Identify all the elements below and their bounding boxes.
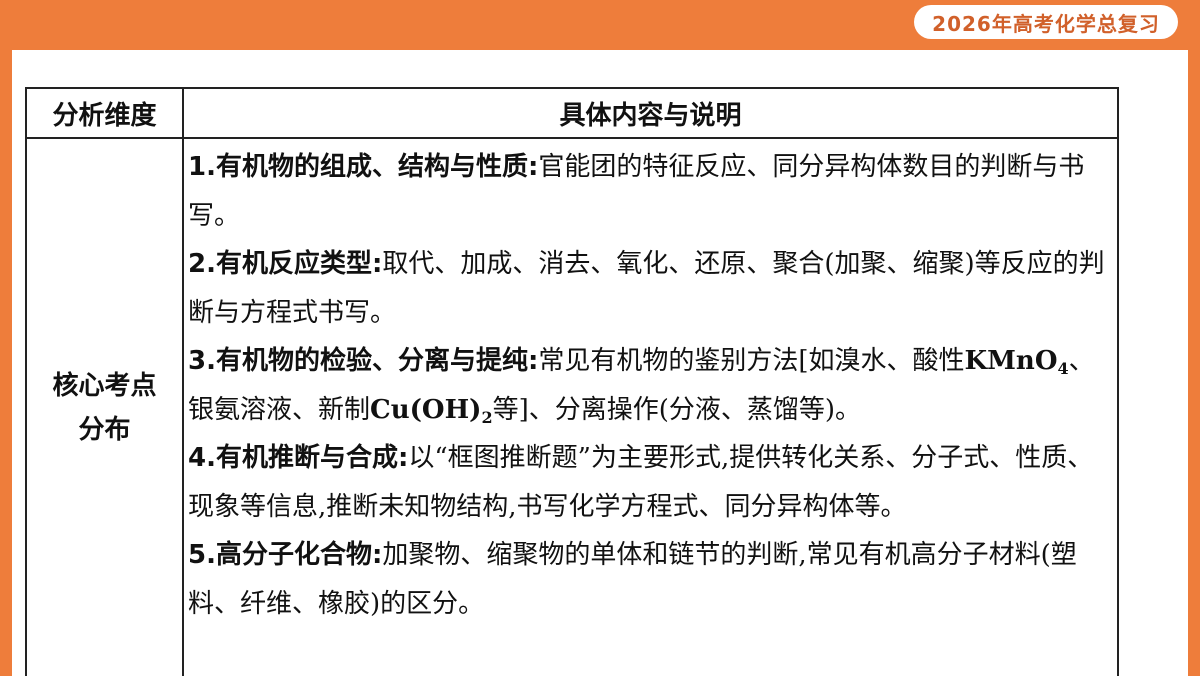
formula-cuoh2: Cu(OH)2 [370,394,493,427]
item-title: 1.有机物的组成、结构与性质: [188,152,539,182]
table-row: 核心考点 分布 1.有机物的组成、结构与性质:官能团的特征反应、同分异构体数目的… [25,137,1119,676]
left-border [0,0,12,676]
list-item-4: 4.有机推断与合成:以“框图推断题”为主要形式,提供转化关系、分子式、性质、现象… [188,434,1113,531]
dimension-cell: 核心考点 分布 [25,137,184,676]
list-item-2: 2.有机反应类型:取代、加成、消去、氧化、还原、聚合(加聚、缩聚)等反应的判断与… [188,240,1113,337]
course-tag: 2026年高考化学总复习 [914,5,1178,39]
item-text: 等]、分离操作(分液、蒸馏等)。 [492,394,862,425]
content-cell: 1.有机物的组成、结构与性质:官能团的特征反应、同分异构体数目的判断与书写。 2… [182,137,1119,676]
list-item-5: 5.高分子化合物:加聚物、缩聚物的单体和链节的判断,常见有机高分子材料(塑料、纤… [188,531,1113,628]
analysis-table: 分析维度 具体内容与说明 核心考点 分布 1.有机物的组成、结构与性质:官能团的… [25,87,1119,676]
table-header-row: 分析维度 具体内容与说明 [25,87,1119,139]
list-item-1: 1.有机物的组成、结构与性质:官能团的特征反应、同分异构体数目的判断与书写。 [188,143,1113,240]
header-content: 具体内容与说明 [182,87,1119,139]
dimension-line-2: 分布 [78,415,131,445]
item-title: 5.高分子化合物: [188,540,383,570]
dimension-line-1: 核心考点 [52,371,157,401]
formula-kmno4: KMnO4 [964,346,1069,378]
header-dimension: 分析维度 [25,87,184,139]
item-text: 常见有机物的鉴别方法[如溴水、酸性 [538,346,965,376]
list-item-3: 3.有机物的检验、分离与提纯:常见有机物的鉴别方法[如溴水、酸性KMnO4、银氨… [188,337,1113,434]
item-title: 2.有机反应类型: [188,249,383,279]
item-title: 3.有机物的检验、分离与提纯: [188,346,539,376]
right-border [1188,0,1200,676]
item-title: 4.有机推断与合成: [188,443,409,473]
